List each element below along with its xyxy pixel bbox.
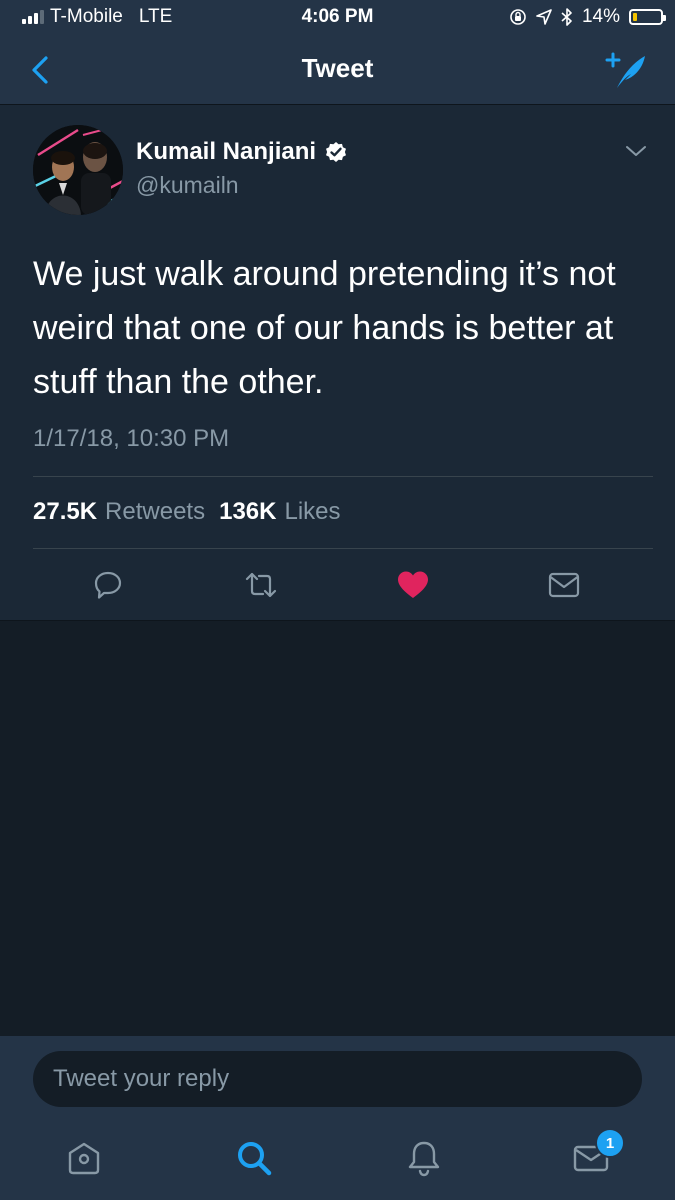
like-icon: [398, 571, 428, 598]
retweets-stat[interactable]: 27.5K Retweets: [33, 498, 205, 526]
author-name-row[interactable]: Kumail Nanjiani: [136, 138, 348, 166]
tab-home[interactable]: [64, 1138, 104, 1178]
bottom-area: 1: [0, 1036, 675, 1200]
battery-percent: 14%: [581, 6, 620, 27]
navbar: Tweet: [0, 36, 675, 105]
page-title: Tweet: [301, 53, 374, 83]
messages-badge: 1: [595, 1128, 625, 1158]
likes-count: 136K: [219, 498, 277, 525]
search-icon: [238, 1142, 272, 1176]
notifications-icon: [408, 1141, 440, 1177]
tweet-options-button[interactable]: [625, 143, 647, 159]
tweet-timestamp: 1/17/18, 10:30 PM: [33, 425, 230, 452]
author-handle[interactable]: @kumailn: [136, 172, 239, 199]
retweets-label: Retweets: [105, 498, 206, 525]
direct-message-button[interactable]: [546, 567, 582, 603]
like-button[interactable]: [395, 567, 431, 603]
likes-label: Likes: [284, 498, 341, 525]
location-icon: [536, 9, 552, 25]
tweet-actions: [0, 553, 675, 618]
bluetooth-icon: [561, 8, 572, 26]
divider: [33, 548, 653, 549]
tab-search[interactable]: [234, 1138, 274, 1178]
retweet-icon: [245, 572, 277, 598]
avatar[interactable]: [33, 125, 123, 215]
tweet-stats: 27.5K Retweets 136K Likes: [33, 498, 341, 526]
battery-icon: [629, 9, 666, 25]
author-display-name[interactable]: Kumail Nanjiani: [136, 138, 316, 166]
avatar-image: [33, 125, 123, 215]
reply-input[interactable]: [33, 1051, 642, 1107]
reply-button[interactable]: [90, 567, 126, 603]
tweet-detail: Kumail Nanjiani @kumailn We just walk ar…: [0, 105, 675, 621]
battery-fill: [633, 13, 637, 21]
compose-tweet-button[interactable]: [603, 50, 649, 90]
status-bar: T-Mobile LTE 4:06 PM 14%: [0, 0, 675, 36]
likes-stat[interactable]: 136K Likes: [219, 498, 340, 526]
tab-messages[interactable]: 1: [571, 1128, 625, 1178]
retweet-button[interactable]: [243, 567, 279, 603]
direct-message-icon: [548, 572, 580, 598]
retweets-count: 27.5K: [33, 498, 98, 525]
reply-icon: [94, 571, 122, 599]
tweet-text: We just walk around pretending it’s not …: [33, 255, 616, 401]
tab-notifications[interactable]: [404, 1138, 444, 1178]
tab-bar: 1: [0, 1124, 675, 1200]
rotation-lock-icon: [510, 9, 526, 25]
status-right: 14%: [509, 6, 666, 28]
divider: [33, 476, 653, 477]
chevron-down-icon: [626, 146, 646, 156]
compose-tweet-icon: [605, 52, 645, 88]
verified-badge-icon: [326, 142, 347, 162]
home-icon: [68, 1142, 100, 1175]
